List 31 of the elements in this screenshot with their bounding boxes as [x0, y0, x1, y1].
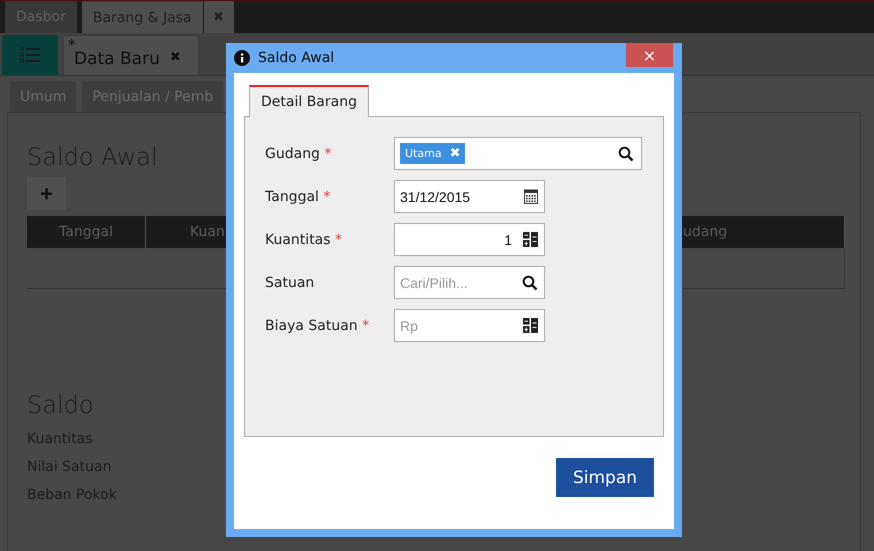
remove-tag-icon[interactable]: ✖ [450, 146, 460, 161]
search-icon[interactable] [618, 146, 634, 162]
field-label: Tanggal * [265, 188, 332, 204]
field-label: Gudang * [265, 146, 332, 162]
column-header: Tanggal [59, 224, 113, 240]
date-field[interactable]: 31/12/2015 [394, 180, 545, 213]
column-header: Kuan [190, 224, 225, 240]
dialog-title: Saldo Awal [258, 50, 334, 66]
calculator-icon[interactable] [523, 318, 538, 333]
column-header: udang [683, 224, 728, 240]
list-icon [20, 47, 40, 63]
modified-mark: * [68, 36, 76, 54]
save-button[interactable]: Simpan [556, 458, 654, 497]
field-label: Kuantitas * [265, 232, 344, 248]
close-button[interactable]: × [626, 43, 673, 67]
calendar-icon[interactable] [524, 189, 538, 204]
search-field[interactable]: Cari/Pilih... [394, 266, 545, 299]
close-tab-button[interactable]: ✖ [204, 1, 234, 33]
info-icon [234, 50, 250, 66]
search-icon[interactable] [522, 274, 538, 290]
tab[interactable]: Detail Barang [249, 85, 369, 117]
number-field[interactable]: Rp [394, 309, 545, 342]
field-label: Biaya Satuan * [265, 318, 370, 334]
number-field[interactable]: 1 [394, 223, 545, 256]
calculator-icon[interactable] [523, 232, 538, 247]
field-label: Satuan [265, 274, 316, 290]
add-button[interactable]: + [27, 177, 66, 210]
close-icon[interactable]: ✖ [170, 50, 181, 65]
warehouse-field[interactable]: Utama ✖ [394, 137, 642, 170]
document-tab[interactable]: * Data Baru ✖ [63, 35, 199, 75]
tag-chip: Utama ✖ [400, 143, 466, 164]
